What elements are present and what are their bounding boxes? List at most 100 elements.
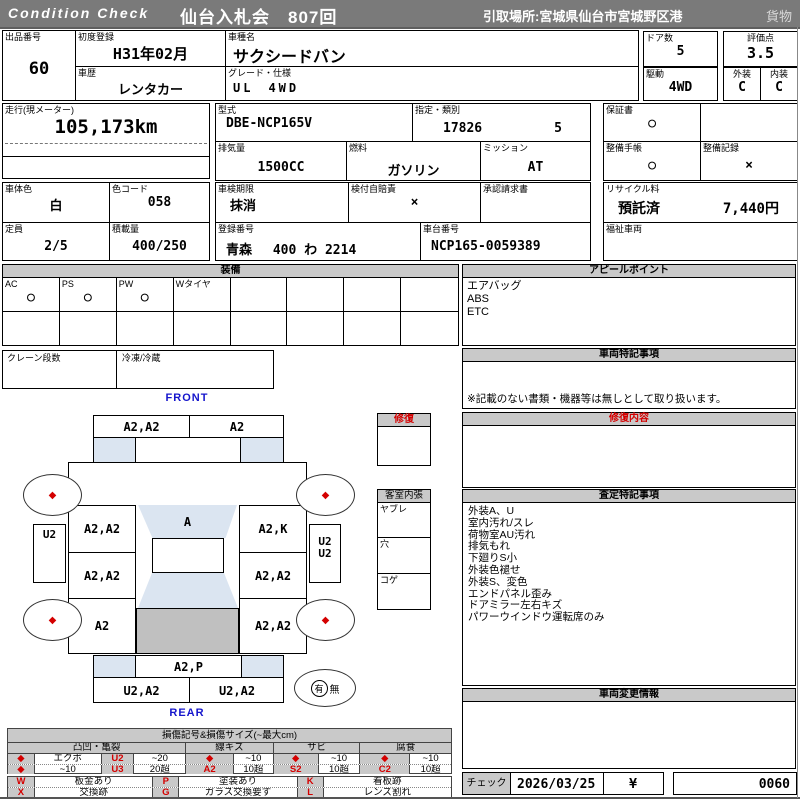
assessment-notes-body: 外装A、U 室内汚れ/スレ 荷物室AU汚れ 排気もれ 下廻りS小 外装色褪せ 外…: [462, 502, 796, 686]
sill-right-mark-2: U2: [318, 547, 332, 560]
repair-details-body: [462, 425, 796, 488]
equipment-grid: AC ○ PS ○ PW ○ Wタイヤ: [2, 277, 459, 346]
lot-number-cell: 出品番号 60: [2, 30, 76, 101]
wheel-front-left: ◆: [23, 474, 82, 516]
mileage-cell: 走行(現メーター) 105,173km: [2, 103, 210, 179]
model-value: サクシードバン: [233, 47, 346, 66]
inspection-expiry-value: 抹消: [230, 199, 257, 214]
body-color-cell: 車体色 白: [2, 182, 110, 223]
warranty-value: ○: [648, 116, 656, 131]
code-letter: P: [152, 777, 179, 787]
repair-details-header: 修復内容: [462, 412, 796, 426]
legend-title: 損傷記号&損傷サイズ(~最大cm): [8, 729, 451, 743]
vin-label: 車台番号: [423, 224, 460, 234]
interior-trim-row-tear: ヤブレ: [377, 502, 431, 538]
availability-yes-circled: 有: [310, 679, 328, 697]
inspection-expiry-cell: 車検期限 抹消: [215, 182, 349, 223]
panel-door-rear-right: A2,A2: [239, 552, 307, 599]
fuel-label: 燃料: [349, 143, 368, 153]
interior-burn-label: コゲ: [380, 575, 399, 585]
fuel-value: ガソリン: [387, 164, 440, 179]
check-mark-value: ¥: [629, 777, 637, 792]
welfare-vehicle-cell: 福祉車両: [603, 222, 798, 261]
pickup-location: 引取場所:宮城県仙台市宮城野区港: [483, 9, 683, 24]
fuel-cell: 燃料 ガソリン: [346, 141, 481, 181]
class-label: 指定・類別: [415, 105, 461, 115]
assessment-item: 荷物室AU汚れ: [468, 528, 536, 541]
recycle-fee-value: 7,440円: [722, 201, 779, 217]
displacement-label: 排気量: [218, 143, 246, 153]
legend-text: 20超: [133, 765, 185, 774]
interior-tear-label: ヤブレ: [380, 504, 408, 514]
divider: [3, 156, 209, 157]
availability-no: 無: [329, 684, 340, 696]
assessment-notes-header: 査定特記事項: [462, 489, 796, 503]
legend-text: 10超: [409, 765, 451, 774]
interior-trim-row-burn: コゲ: [377, 573, 431, 610]
equipment-ac-mark: ○: [27, 290, 35, 305]
rear-label: REAR: [169, 707, 205, 719]
legend-symbol: ◆: [185, 754, 233, 764]
color-code-label: 色コード: [112, 184, 149, 194]
equipment-cell-empty: [174, 312, 231, 345]
auction-sheet: Condition Check 仙台入札会 807回 引取場所:宮城県仙台市宮城…: [0, 0, 800, 800]
welfare-vehicle-label: 福祉車両: [606, 224, 643, 234]
appeal-section-body: エアバッグ ABS ETC: [462, 277, 796, 346]
sill-right: U2 U2: [309, 524, 341, 583]
rear-bumper: U2,A2 U2,A2: [93, 677, 284, 703]
interior-grade-value: C: [775, 80, 783, 95]
divider: [116, 351, 117, 388]
first-registration-label: 初度登録: [78, 32, 115, 42]
panel-door-front-left: A2,A2: [68, 505, 136, 553]
history-value: レンタカー: [117, 83, 183, 98]
drive-label: 駆動: [646, 69, 665, 79]
legend-group-scratch: 線キズ: [185, 743, 273, 753]
page-right-border: [797, 27, 798, 798]
special-notes-body: ※記載のない書類・機器等は無しとして取り扱います。: [462, 361, 796, 409]
crane-fridge-box: クレーン段数 冷凍/冷蔵: [2, 350, 274, 389]
equipment-cell-empty: [3, 312, 60, 345]
class-value-2: 5: [554, 121, 562, 136]
plate-number-label: 登録番号: [218, 224, 255, 234]
capacity-cell: 定員 2/5: [2, 222, 110, 261]
damage-diamond-icon: ◆: [48, 489, 57, 501]
panel-door-front-right: A2,K: [239, 505, 307, 553]
plate-number-value: 青森 400 わ 2214: [226, 243, 357, 258]
equipment-cell-empty: [344, 312, 402, 345]
insurance-cell: 検付自賠責 ×: [348, 182, 481, 223]
check-label-cell: チェック: [462, 772, 511, 795]
rear-panel: A2,P: [93, 655, 284, 678]
transmission-value: AT: [527, 160, 544, 175]
warranty-label: 保証書: [606, 105, 634, 115]
legend-data-row: ◆ ~10 U3 20超 A2 10超 S2 10超 C2 10超: [8, 764, 451, 774]
maintenance-book-value: ○: [648, 158, 656, 173]
score-cell: 評価点 3.5: [723, 31, 798, 67]
sill-left-mark: U2: [42, 528, 57, 541]
code-row: W 板金あり P 塗装あり K 看板跡: [8, 777, 451, 788]
equipment-ps-label: PS: [61, 279, 74, 289]
front-bumper-right-mark: A2: [229, 420, 245, 434]
legend-code: U2: [100, 754, 134, 764]
code-letter: K: [296, 777, 323, 787]
windshield-mark: A: [183, 514, 192, 529]
legend-code: S2: [272, 765, 318, 774]
repair-flag-body: [377, 426, 431, 466]
category-badge: 貨物: [765, 9, 792, 24]
recycle-fee-cell: リサイクル料 預託済 7,440円: [603, 182, 798, 223]
plate-number-cell: 登録番号 青森 400 わ 2214: [215, 222, 421, 261]
door-front-right-mark: A2,K: [258, 522, 288, 536]
doors-value: 5: [676, 44, 685, 59]
empty-cell: [700, 103, 798, 142]
history-cell: 車歴 レンタカー: [75, 66, 226, 101]
crane-label: クレーン段数: [7, 353, 61, 363]
special-note-text: ※記載のない書類・機器等は無しとして取り扱います。: [467, 393, 727, 405]
sill-left: U2: [33, 524, 66, 583]
doors-label: ドア数: [646, 33, 674, 43]
transmission-label: ミッション: [483, 143, 529, 153]
roof-panel: [152, 538, 224, 573]
equipment-cell-empty: [231, 312, 288, 345]
legend-group-rust: サビ: [272, 743, 360, 753]
capacity-label: 定員: [5, 224, 24, 234]
grade-label: グレード・仕様: [228, 68, 292, 78]
history-label: 車歴: [78, 68, 97, 78]
